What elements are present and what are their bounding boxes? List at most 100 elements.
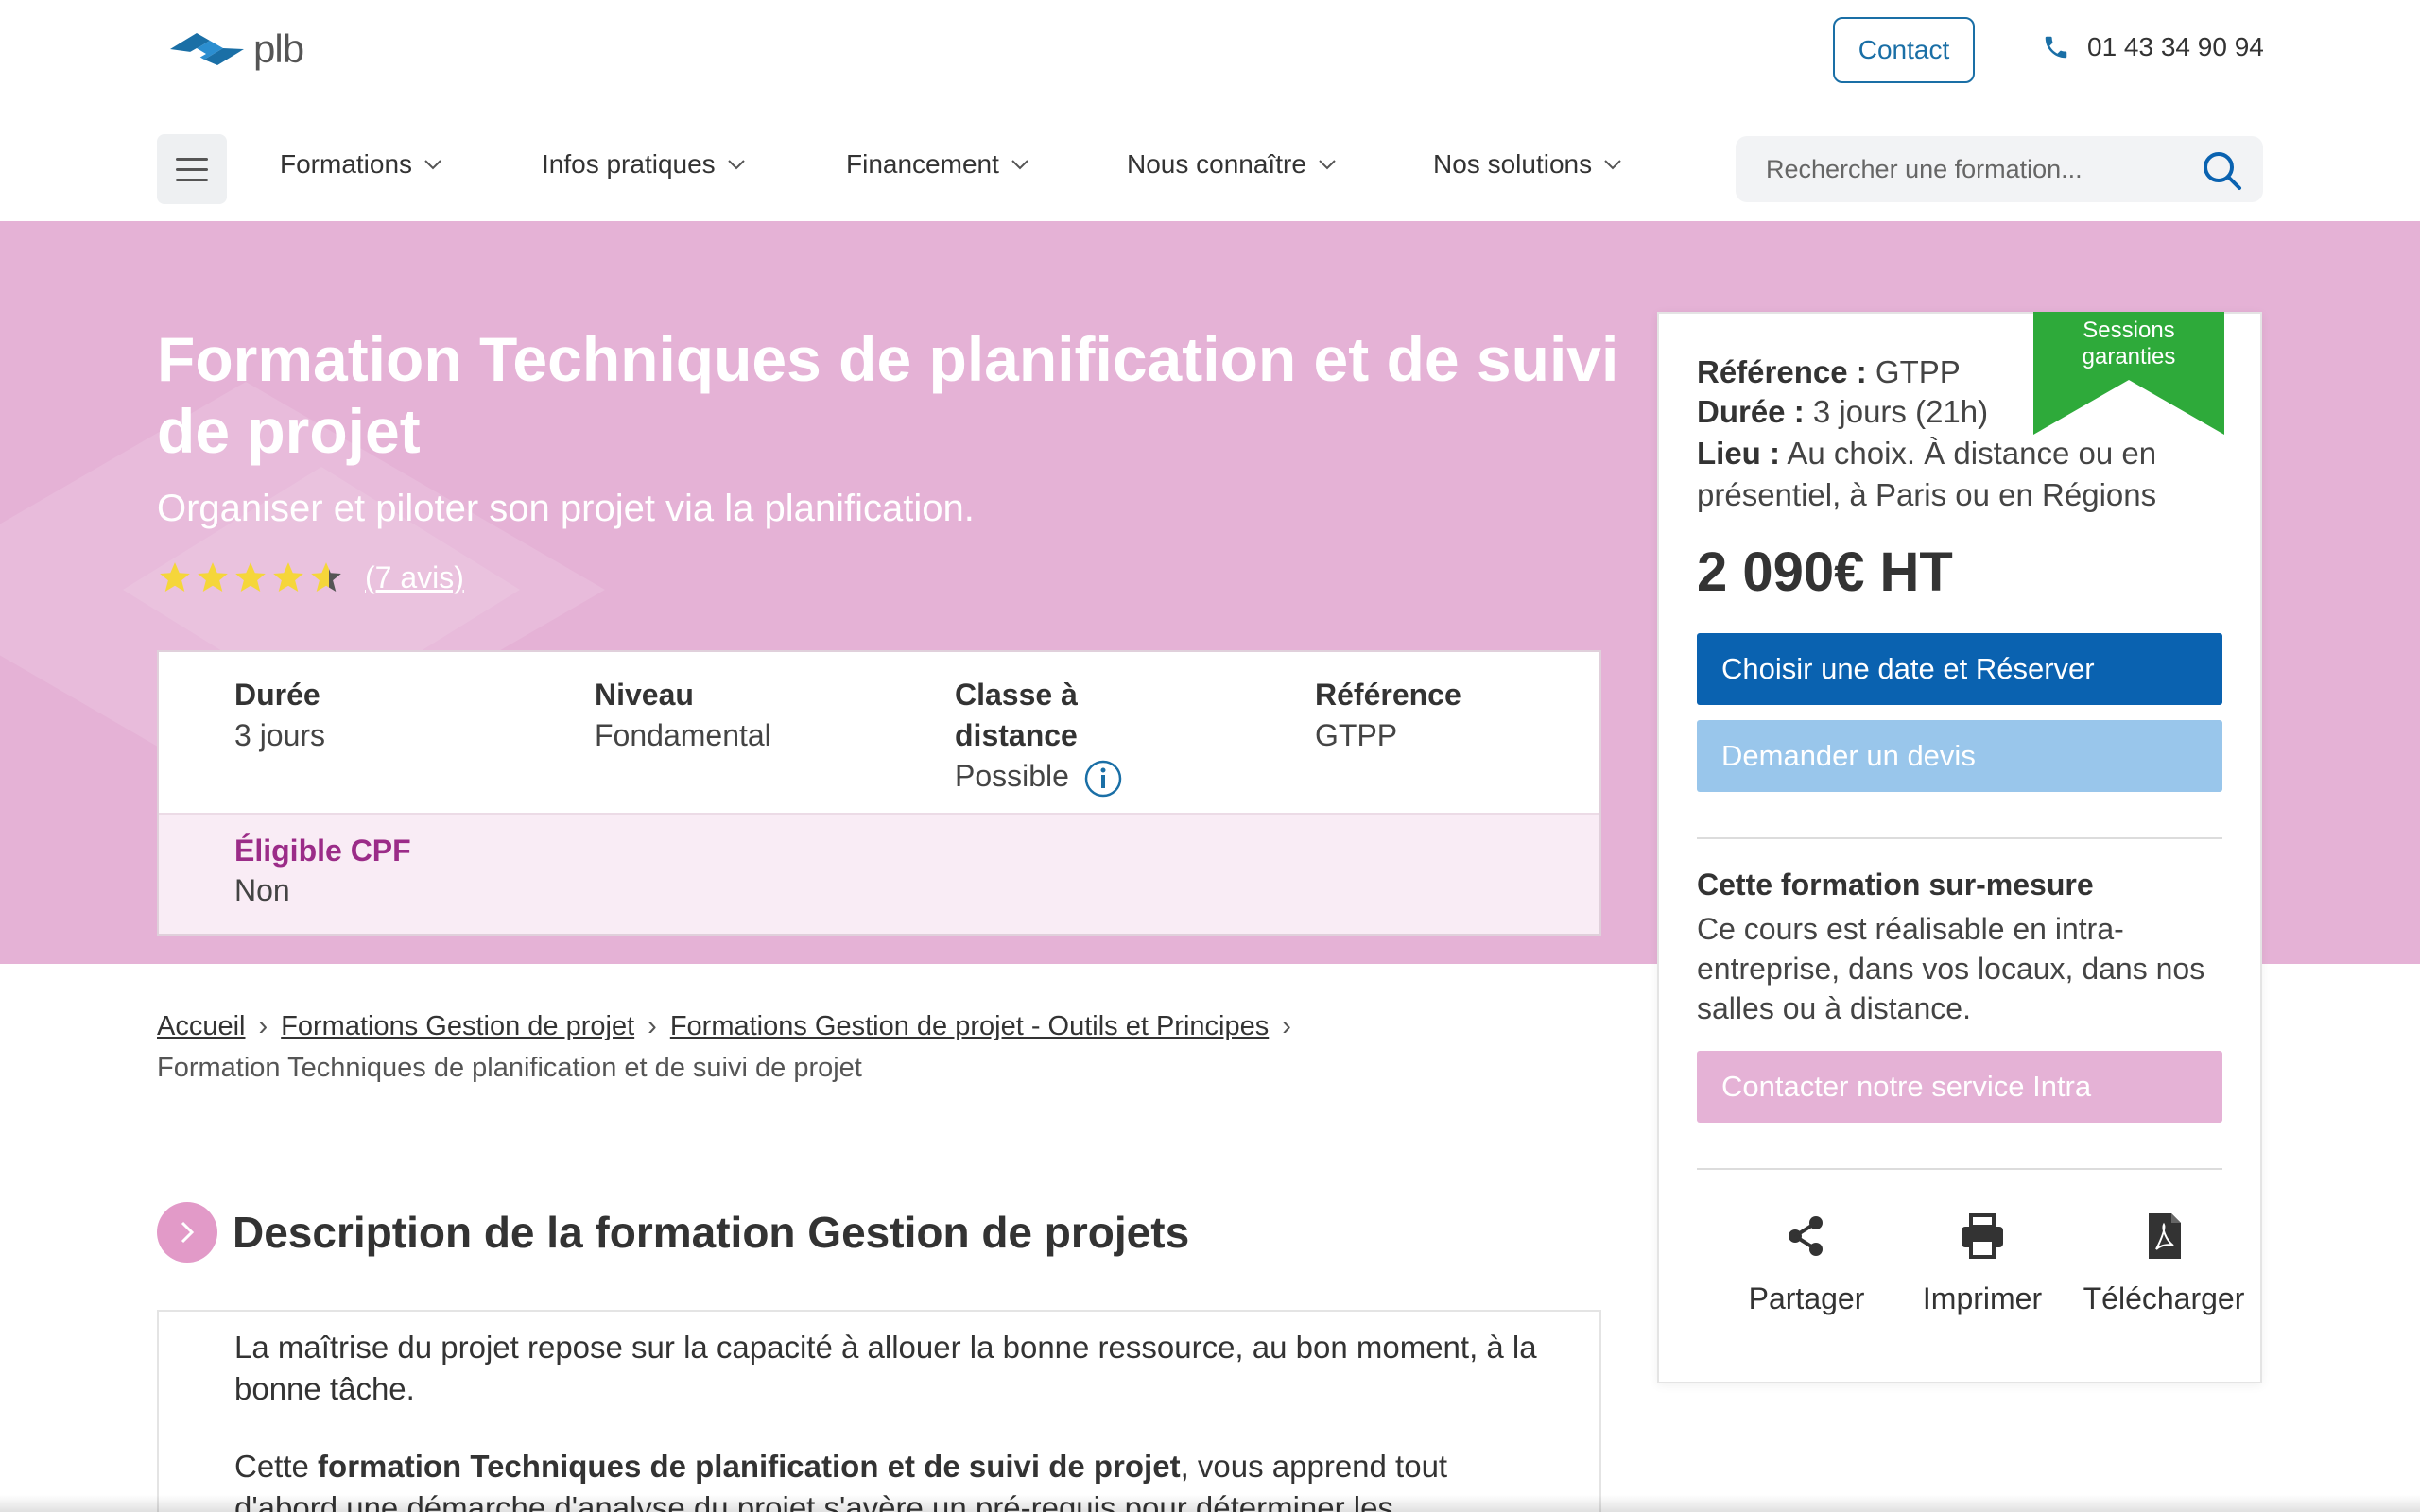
nav-financement[interactable]: Financement <box>846 149 1029 180</box>
reviews-link[interactable]: (7 avis) <box>365 560 464 595</box>
menu-icon-bar <box>176 157 208 161</box>
cpf-eligibility: Éligible CPF Non <box>159 813 1599 934</box>
sidebar-duree: Durée : 3 jours (21h) <box>1697 391 2226 433</box>
rating: (7 avis) <box>157 559 464 595</box>
star-icon <box>198 562 228 593</box>
breadcrumb-gestion-projet[interactable]: Formations Gestion de projet <box>281 1011 634 1041</box>
booking-sidebar: Sessions garanties Référence : GTPP Duré… <box>1657 312 2262 1383</box>
search-icon[interactable] <box>2201 149 2242 191</box>
action-label: Partager <box>1748 1281 1865 1315</box>
nav-nous-connaitre[interactable]: Nous connaître <box>1127 149 1337 180</box>
page-subtitle: Organiser et piloter son projet via la p… <box>157 488 975 529</box>
search-bar <box>1736 136 2263 202</box>
action-label: Télécharger <box>2083 1281 2245 1315</box>
description-heading: Description de la formation Gestion de p… <box>157 1202 1189 1263</box>
page-title: Formation Techniques de planification et… <box>157 324 1619 466</box>
info-label: Durée <box>234 678 320 712</box>
chevron-right-icon: › <box>1282 1011 1291 1041</box>
chevron-right-icon <box>181 1221 195 1244</box>
share-actions: Partager Imprimer Télécharger <box>1659 1211 2264 1344</box>
breadcrumb-outils-principes[interactable]: Formations Gestion de projet - Outils et… <box>670 1011 1269 1041</box>
chevron-down-icon <box>424 160 441 170</box>
label: Lieu : <box>1697 436 1780 471</box>
star-icon <box>273 562 303 593</box>
download-button[interactable]: Télécharger <box>2079 1211 2249 1316</box>
bottom-shadow <box>0 1495 2420 1512</box>
print-button[interactable]: Imprimer <box>1897 1211 2067 1316</box>
phone-link[interactable]: 01 43 34 90 94 <box>2042 32 2264 62</box>
star-icon <box>235 562 266 593</box>
label: Référence : <box>1697 354 1867 389</box>
info-classe-distance: Classe à distance Possible <box>955 675 1125 798</box>
description-title: Description de la formation Gestion de p… <box>233 1208 1190 1257</box>
description-paragraph: La maîtrise du projet repose sur la capa… <box>234 1330 1537 1406</box>
chevron-down-icon <box>727 160 745 170</box>
info-value-row: Possible <box>955 756 1125 798</box>
bold-text: formation Techniques de planification et… <box>318 1449 1181 1484</box>
info-value: Fondamental <box>595 718 771 752</box>
phone-number: 01 43 34 90 94 <box>2087 32 2264 61</box>
site-header: plb Contact 01 43 34 90 94 Formations In… <box>0 0 2420 222</box>
nav-formations[interactable]: Formations <box>280 149 442 180</box>
printer-icon <box>1962 1213 2003 1259</box>
text-span: Cette <box>234 1449 319 1484</box>
phone-icon <box>2045 36 2067 59</box>
chevron-right-circle-icon <box>157 1202 217 1263</box>
info-duree: Durée 3 jours <box>234 675 325 756</box>
nav-label: Financement <box>846 149 999 179</box>
star-icon <box>160 562 190 593</box>
quote-button[interactable]: Demander un devis <box>1697 720 2222 792</box>
info-reference: Référence GTPP <box>1315 675 1461 756</box>
nav-label: Formations <box>280 149 413 179</box>
contact-button[interactable]: Contact <box>1833 17 1975 83</box>
course-info-card: Durée 3 jours Niveau Fondamental Classe … <box>157 650 1601 936</box>
info-label: Classe à distance <box>955 678 1078 752</box>
plb-logo[interactable]: plb <box>168 26 304 72</box>
logo-text: plb <box>253 26 304 71</box>
value: GTPP <box>1866 354 1961 389</box>
info-label: Référence <box>1315 678 1461 712</box>
share-icon <box>1789 1216 1823 1256</box>
contact-intra-button[interactable]: Contacter notre service Intra <box>1697 1051 2222 1123</box>
chevron-down-icon <box>1604 160 1621 170</box>
chevron-down-icon <box>1011 160 1028 170</box>
search-input[interactable] <box>1736 154 2180 184</box>
description-box: La maîtrise du projet repose sur la capa… <box>157 1310 1601 1512</box>
label: Durée : <box>1697 394 1805 429</box>
price: 2 090€ HT <box>1697 541 1953 603</box>
value: 3 jours (21h) <box>1804 394 1989 429</box>
info-niveau: Niveau Fondamental <box>595 675 771 756</box>
custom-training-title: Cette formation sur-mesure <box>1697 868 2094 902</box>
nav-infos-pratiques[interactable]: Infos pratiques <box>542 149 746 180</box>
half-star-icon <box>311 562 341 593</box>
custom-training-text: Ce cours est réalisable en intra-entrepr… <box>1697 912 2205 1025</box>
divider <box>1697 837 2222 839</box>
chevron-right-icon: › <box>648 1011 657 1041</box>
cpf-label: Éligible CPF <box>234 833 411 868</box>
divider <box>1697 1168 2222 1170</box>
nav-label: Nos solutions <box>1433 149 1593 179</box>
hamburger-menu-button[interactable] <box>157 134 227 204</box>
sidebar-reference: Référence : GTPP <box>1697 352 2226 393</box>
nav-nos-solutions[interactable]: Nos solutions <box>1433 149 1622 180</box>
menu-icon-bar <box>176 167 208 171</box>
breadcrumb: Accueil › Formations Gestion de projet › For… <box>157 1005 1632 1089</box>
nav-label: Nous connaître <box>1127 149 1306 179</box>
pdf-icon <box>2149 1213 2181 1259</box>
menu-icon-bar <box>176 178 208 181</box>
info-label: Niveau <box>595 678 694 712</box>
chevron-down-icon <box>1319 160 1336 170</box>
action-label: Imprimer <box>1922 1281 2043 1315</box>
plb-logo-icon <box>170 33 244 65</box>
chevron-right-icon: › <box>258 1011 268 1041</box>
info-value: 3 jours <box>234 718 326 752</box>
info-value: GTPP <box>1315 718 1398 752</box>
sidebar-lieu: Lieu : Au choix. À distance ou en présen… <box>1697 433 2207 516</box>
share-button[interactable]: Partager <box>1721 1211 1892 1316</box>
cpf-value: Non <box>234 873 290 907</box>
reserve-button[interactable]: Choisir une date et Réserver <box>1697 633 2222 705</box>
info-icon[interactable] <box>1084 760 1122 798</box>
breadcrumb-current: Formation Techniques de planification et… <box>157 1053 862 1083</box>
breadcrumb-home[interactable]: Accueil <box>157 1011 246 1041</box>
nav-label: Infos pratiques <box>542 149 716 179</box>
